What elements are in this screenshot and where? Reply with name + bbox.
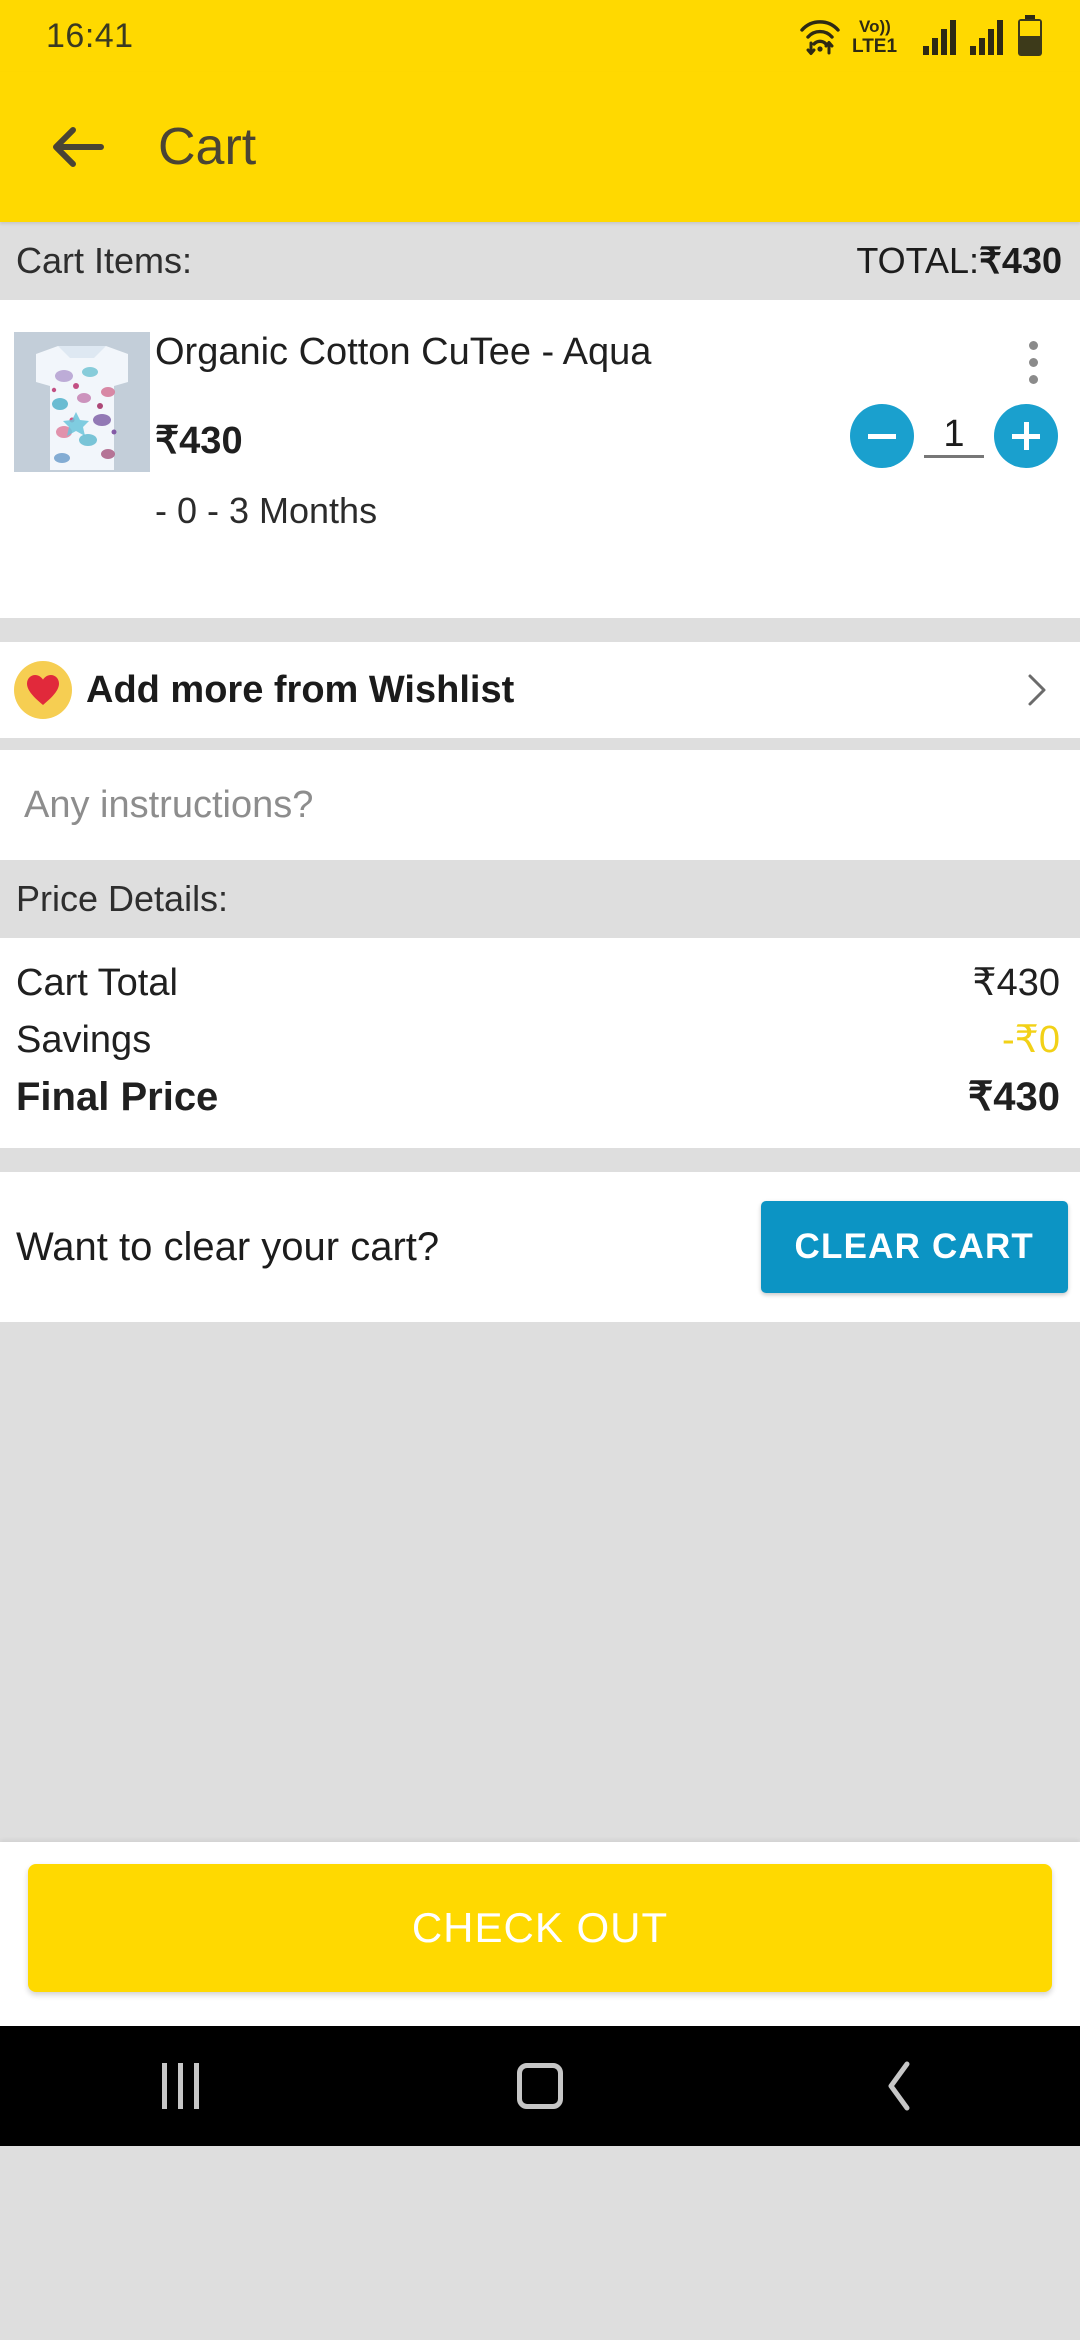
status-time: 16:41	[46, 16, 134, 55]
status-icons: Vo)) LTE1	[798, 15, 1044, 57]
cart-total-summary: TOTAL:₹430	[856, 240, 1062, 282]
volte-icon: Vo)) LTE1	[852, 17, 897, 57]
price-details-label: Price Details:	[16, 878, 229, 919]
savings-row-label: Savings	[16, 1019, 152, 1061]
section-divider	[0, 618, 1080, 642]
product-image	[14, 332, 150, 472]
price-row-savings: Savings -₹0	[16, 1011, 1060, 1068]
back-chevron-icon	[888, 2061, 910, 2111]
back-button[interactable]	[46, 115, 110, 179]
cart-total-label: TOTAL:	[856, 240, 980, 281]
minus-icon	[868, 433, 896, 439]
cart-items-header: Cart Items: TOTAL:₹430	[0, 222, 1080, 300]
recents-icon	[161, 2063, 199, 2109]
empty-space	[0, 1322, 1080, 1842]
heart-icon	[14, 661, 72, 719]
wishlist-label: Add more from Wishlist	[86, 668, 515, 711]
instructions-input[interactable]	[24, 783, 1056, 827]
clear-cart-row: Want to clear your cart? CLEAR CART	[0, 1172, 1080, 1322]
nav-back-button[interactable]	[830, 2026, 970, 2146]
kebab-menu-icon[interactable]	[1010, 334, 1056, 390]
quantity-value[interactable]: 1	[924, 415, 984, 458]
section-divider	[0, 1148, 1080, 1172]
app-bar: Cart	[0, 72, 1080, 222]
price-details-card: Cart Total ₹430 Savings -₹0 Final Price …	[0, 938, 1080, 1148]
recents-bar	[177, 2063, 183, 2109]
price-row-cart-total: Cart Total ₹430	[16, 954, 1060, 1011]
home-button[interactable]	[470, 2026, 610, 2146]
clear-cart-button[interactable]: CLEAR CART	[760, 1201, 1068, 1293]
recents-bar	[193, 2063, 199, 2109]
home-icon	[517, 2063, 563, 2109]
product-thumbnail[interactable]	[14, 332, 150, 472]
increase-quantity-button[interactable]	[994, 404, 1058, 468]
product-price: ₹430	[155, 420, 243, 462]
cart-total-row-value: ₹430	[972, 962, 1060, 1004]
battery-icon	[1018, 15, 1042, 56]
svg-text:Vo)): Vo))	[859, 17, 891, 36]
instructions-field-container[interactable]	[0, 750, 1080, 860]
checkout-button[interactable]: CHECK OUT	[28, 1864, 1052, 1992]
clear-cart-question: Want to clear your cart?	[16, 1224, 440, 1269]
signal-sim1-icon	[923, 20, 956, 55]
phone-screen: 16:41 Vo)) LTE1 Cart Cart Items: TOTAL:₹…	[0, 0, 1080, 2340]
svg-text:LTE1: LTE1	[852, 36, 897, 57]
kebab-dot	[1028, 357, 1038, 367]
final-price-row-value: ₹430	[967, 1075, 1060, 1119]
heart-glyph-icon	[27, 675, 59, 705]
kebab-dot	[1028, 374, 1038, 384]
add-from-wishlist-row[interactable]: Add more from Wishlist	[0, 642, 1080, 738]
recents-bar	[161, 2063, 167, 2109]
android-nav-bar	[0, 2026, 1080, 2146]
product-variant: - 0 - 3 Months	[155, 490, 378, 531]
checkout-bar: CHECK OUT	[0, 1842, 1080, 2026]
cart-items-label: Cart Items:	[16, 240, 193, 281]
status-bar: 16:41 Vo)) LTE1	[0, 0, 1080, 72]
cart-total-row-label: Cart Total	[16, 962, 178, 1004]
recents-button[interactable]	[110, 2026, 250, 2146]
wifi-icon	[800, 20, 840, 55]
final-price-row-label: Final Price	[16, 1075, 219, 1119]
chevron-right-icon	[1028, 674, 1046, 706]
quantity-stepper: 1	[850, 404, 1058, 468]
plus-icon-vertical	[1023, 422, 1029, 450]
page-title: Cart	[158, 118, 257, 176]
cart-content: Cart Items: TOTAL:₹430 Organic Cotton Cu…	[0, 222, 1080, 1842]
cart-item-row[interactable]: Organic Cotton CuTee - Aqua ₹430 1 - 0 -…	[0, 300, 1080, 618]
product-title[interactable]: Organic Cotton CuTee - Aqua	[155, 330, 970, 376]
price-row-final-price: Final Price ₹430	[16, 1068, 1060, 1126]
cart-total-value: ₹430	[979, 240, 1062, 281]
signal-sim2-icon	[970, 20, 1003, 55]
kebab-dot	[1028, 340, 1038, 350]
decrease-quantity-button[interactable]	[850, 404, 914, 468]
price-details-header: Price Details:	[0, 860, 1080, 938]
section-divider	[0, 738, 1080, 750]
savings-row-value: -₹0	[1002, 1019, 1060, 1061]
arrow-left-icon	[53, 127, 104, 167]
